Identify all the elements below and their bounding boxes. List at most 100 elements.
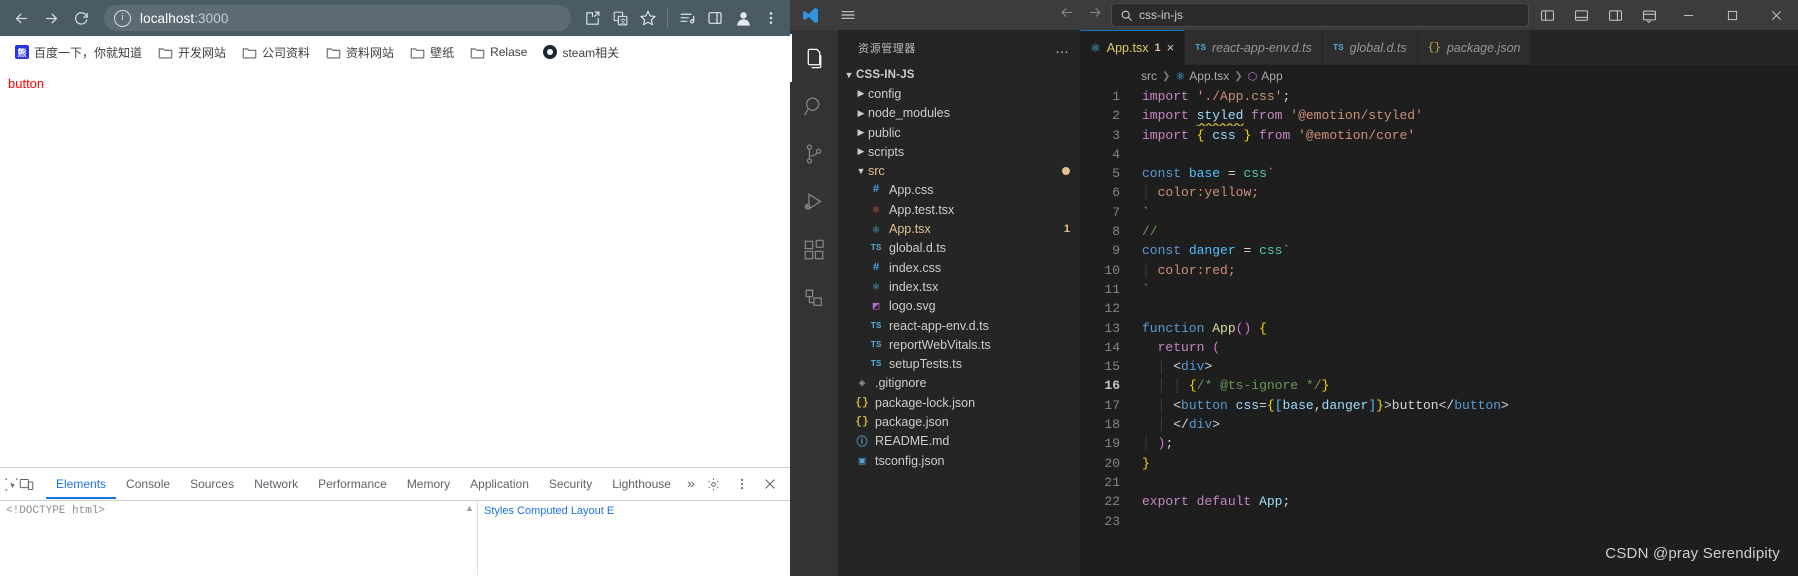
browser-toolbar: i localhost:3000 文 xyxy=(0,0,790,36)
devtools-tab-network[interactable]: Network xyxy=(244,470,308,499)
info-circle-icon[interactable]: i xyxy=(114,9,131,27)
page-button[interactable]: button xyxy=(8,76,44,91)
line-content: │ color:red; xyxy=(1142,262,1236,278)
inspect-element-icon[interactable] xyxy=(4,471,19,497)
tree-item-app-test-tsx[interactable]: ⚛ App.test.tsx xyxy=(838,200,1080,219)
tree-item-label: package-lock.json xyxy=(875,395,976,410)
side-panel-icon[interactable] xyxy=(702,5,728,31)
tree-item-tsconfig-json[interactable]: ▣ tsconfig.json xyxy=(838,451,1080,470)
customize-layout-icon[interactable] xyxy=(1632,0,1666,30)
panel-right-icon[interactable] xyxy=(1598,0,1632,30)
panel-bottom-icon[interactable] xyxy=(1564,0,1598,30)
close-icon[interactable]: × xyxy=(1167,41,1175,54)
device-toolbar-icon[interactable] xyxy=(19,471,34,497)
breadcrumb-label: App.tsx xyxy=(1189,69,1230,83)
tree-item-logo-svg[interactable]: ◩ logo.svg xyxy=(838,297,1080,316)
bookmark-item[interactable]: 开发网站 xyxy=(151,41,233,64)
tab-app-tsx[interactable]: ⚛ App.tsx 1 × xyxy=(1080,30,1186,65)
tree-item-setuptests-ts[interactable]: TS setupTests.ts xyxy=(838,354,1080,373)
css-file-icon: # xyxy=(872,184,880,197)
tree-item-label: index.css xyxy=(889,260,942,275)
window-minimize-button[interactable] xyxy=(1666,0,1710,30)
devtools-tab-security[interactable]: Security xyxy=(539,470,602,499)
more-vertical-icon[interactable] xyxy=(729,471,755,497)
explorer-more-actions[interactable]: … xyxy=(1055,41,1070,55)
reading-list-icon[interactable] xyxy=(674,5,700,31)
breadcrumb-item-app-symbol[interactable]: ⬡ App xyxy=(1248,69,1283,83)
tree-item-app-css[interactable]: # App.css xyxy=(838,181,1080,200)
markdown-file-icon: ⓘ xyxy=(856,437,868,450)
tree-item-package-json[interactable]: {} package.json xyxy=(838,412,1080,431)
settings-gear-icon[interactable] xyxy=(701,471,727,497)
back-arrow-icon[interactable] xyxy=(6,3,36,33)
tab-react-app-env-d-ts[interactable]: TS react-app-env.d.ts xyxy=(1185,30,1323,65)
sidebar-item-extensions[interactable] xyxy=(790,226,838,274)
bookmark-item[interactable]: 资料网站 xyxy=(319,41,401,64)
vscode-titlebar-right xyxy=(1530,0,1798,30)
sidebar-item-explorer[interactable] xyxy=(790,34,838,82)
tree-item-index-tsx[interactable]: ⚛ index.tsx xyxy=(838,277,1080,296)
devtools-tab-elements[interactable]: Elements xyxy=(46,470,117,499)
breadcrumb-item-src[interactable]: src xyxy=(1141,69,1157,83)
watermark-text: CSDN @pray Serendipity xyxy=(1605,545,1780,562)
devtools-tab-memory[interactable]: Memory xyxy=(397,470,460,499)
tree-item-node_modules[interactable]: ▶ node_modules xyxy=(838,104,1080,123)
devtools-tab-console[interactable]: Console xyxy=(116,470,180,499)
tab-package-json[interactable]: {} package.json xyxy=(1417,30,1532,65)
bookmark-item[interactable]: 壁纸 xyxy=(403,41,461,64)
tree-item-scripts[interactable]: ▶ scripts xyxy=(838,142,1080,161)
tree-root-folder[interactable]: ▼ CSS-IN-JS xyxy=(838,65,1080,84)
tree-item-app-tsx[interactable]: ⚛ App.tsx 1 xyxy=(838,219,1080,238)
devtools-tab-application[interactable]: Application xyxy=(460,470,539,499)
sidebar-item-search[interactable] xyxy=(790,82,838,130)
devtools-tab-sources[interactable]: Sources xyxy=(180,470,244,499)
tree-item-public[interactable]: ▶ public xyxy=(838,123,1080,142)
install-app-icon[interactable] xyxy=(579,5,605,31)
tree-item-index-css[interactable]: # index.css xyxy=(838,258,1080,277)
tree-item-reportwebvitals-ts[interactable]: TS reportWebVitals.ts xyxy=(838,335,1080,354)
tree-item-config[interactable]: ▶ config xyxy=(838,84,1080,103)
breadcrumb-item-app-tsx[interactable]: ⚛ App.tsx xyxy=(1175,69,1229,83)
more-menu-icon[interactable] xyxy=(758,5,784,31)
panel-left-icon[interactable] xyxy=(1530,0,1564,30)
profile-icon[interactable] xyxy=(730,5,756,31)
tree-item-readme-md[interactable]: ⓘ README.md xyxy=(838,432,1080,451)
devtools-dom-tree[interactable]: <!DOCTYPE html> ▲ xyxy=(0,501,478,575)
tree-item-src[interactable]: ▼ src xyxy=(838,161,1080,180)
sidebar-item-run-debug[interactable] xyxy=(790,178,838,226)
devtools-tab-performance[interactable]: Performance xyxy=(308,470,397,499)
devtools-overflow-button[interactable]: » xyxy=(681,468,701,500)
window-close-button[interactable] xyxy=(1754,0,1798,30)
forward-arrow-icon[interactable] xyxy=(36,3,66,33)
command-center-search[interactable]: css-in-js xyxy=(1111,3,1529,27)
bookmark-item[interactable]: steam相关 xyxy=(536,41,626,64)
bookmark-star-icon[interactable] xyxy=(635,5,661,31)
window-maximize-button[interactable] xyxy=(1710,0,1754,30)
tab-global-d-ts[interactable]: TS global.d.ts xyxy=(1322,30,1418,65)
reload-icon[interactable] xyxy=(66,3,96,33)
tree-item-global-d-ts[interactable]: TS global.d.ts xyxy=(838,239,1080,258)
line-content: import { css } from '@emotion/core' xyxy=(1142,127,1416,143)
dom-scroll-up-arrow[interactable]: ▲ xyxy=(464,503,475,513)
forward-arrow-icon[interactable] xyxy=(1088,5,1103,25)
translate-icon[interactable]: 文 xyxy=(607,5,633,31)
devtools-styles-pane[interactable]: Styles Computed Layout E xyxy=(478,501,790,575)
hamburger-menu-icon[interactable] xyxy=(830,0,866,30)
devtools-tab-lighthouse[interactable]: Lighthouse xyxy=(602,470,681,499)
back-arrow-icon[interactable] xyxy=(1059,5,1074,25)
close-icon[interactable] xyxy=(757,471,783,497)
devtools-tabbar: Elements Console Sources Network Perform… xyxy=(0,468,790,501)
code-line: 2 import styled from '@emotion/styled' xyxy=(1080,106,1798,125)
tree-item-label: react-app-env.d.ts xyxy=(889,318,989,333)
bookmark-label: 壁纸 xyxy=(430,45,455,60)
tree-item-gitignore[interactable]: ◈ .gitignore xyxy=(838,374,1080,393)
bookmark-item[interactable]: Relase xyxy=(463,42,534,62)
bookmark-item[interactable]: 公司资料 xyxy=(235,41,317,64)
code-editor[interactable]: 1 import './App.css'; 2 import styled fr… xyxy=(1080,87,1798,576)
tree-item-package-lock-json[interactable]: {} package-lock.json xyxy=(838,393,1080,412)
tree-item-react-app-env-d-ts[interactable]: TS react-app-env.d.ts xyxy=(838,316,1080,335)
bookmark-item[interactable]: 熊 百度一下，你就知道 xyxy=(8,41,149,64)
sidebar-item-remote-explorer[interactable] xyxy=(790,274,838,322)
sidebar-item-source-control[interactable] xyxy=(790,130,838,178)
address-bar[interactable]: i localhost:3000 xyxy=(104,5,571,31)
